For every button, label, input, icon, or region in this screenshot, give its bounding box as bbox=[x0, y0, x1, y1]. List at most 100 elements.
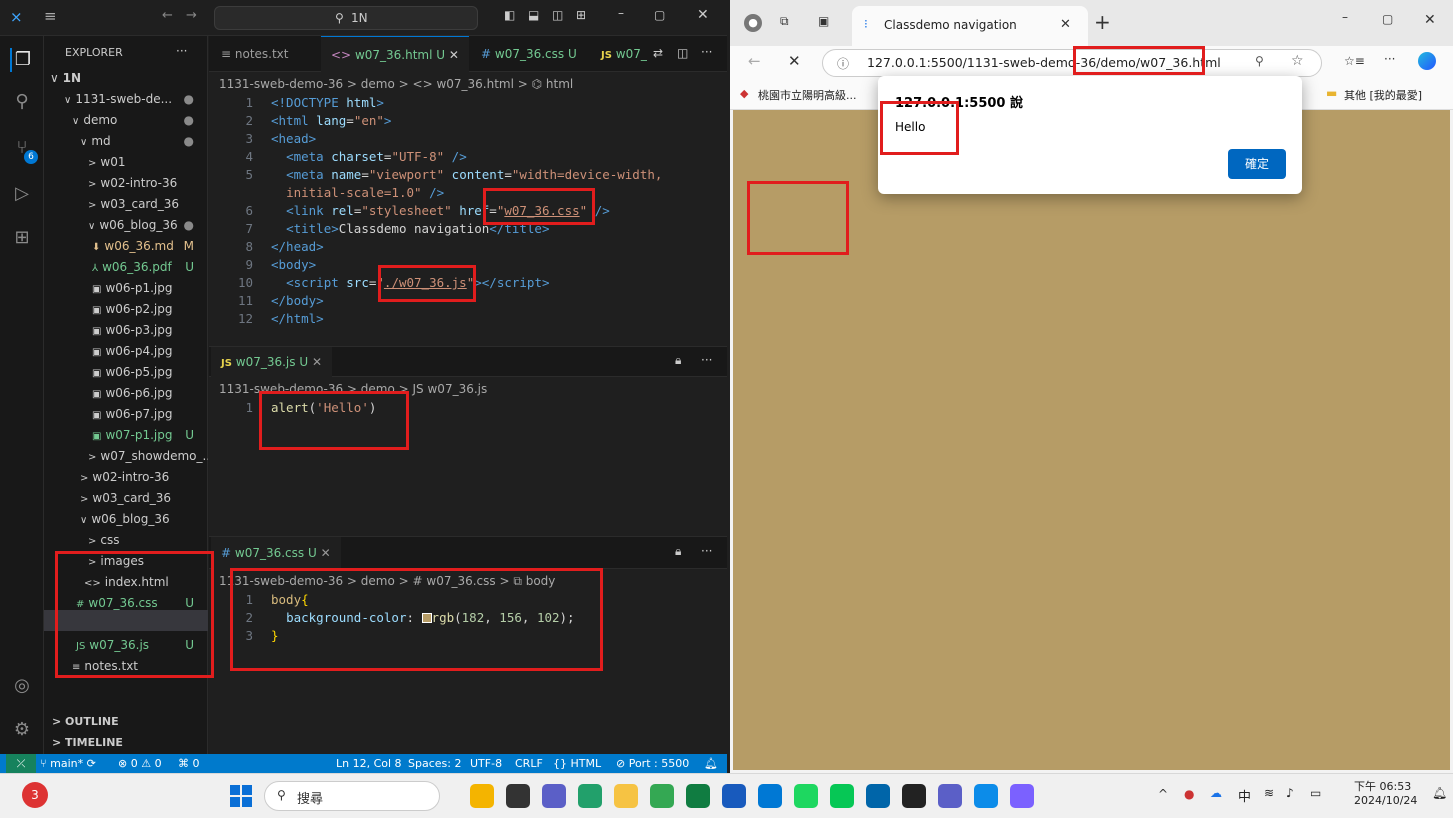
tree-item[interactable]: ≡ notes.txt bbox=[44, 656, 208, 677]
new-tab-button[interactable]: + bbox=[1094, 10, 1111, 34]
tree-item[interactable]: > w01 bbox=[44, 152, 208, 173]
tab-js-file[interactable]: JS w07_36.js U ✕ bbox=[211, 347, 333, 377]
address-bar[interactable]: ⓘ 127.0.0.1:5500/1131-sweb-demo-36/demo/… bbox=[822, 49, 1322, 77]
run-debug-icon[interactable]: ▷ bbox=[10, 182, 34, 206]
tree-item[interactable]: ⅄ w06_36.pdf U bbox=[44, 257, 208, 278]
url-text[interactable]: 127.0.0.1:5500/1131-sweb-demo-36/demo/w0… bbox=[867, 55, 1221, 70]
search-view-icon[interactable]: ⚲ bbox=[10, 90, 34, 114]
tree-item[interactable]: > css bbox=[44, 530, 208, 551]
workspaces-icon[interactable]: ⧉ bbox=[780, 14, 789, 29]
layout-secondary-icon[interactable]: ◫ bbox=[552, 8, 563, 22]
tab-notes[interactable]: ≡ notes.txt bbox=[211, 36, 299, 72]
tree-item[interactable]: ▣ w06-p4.jpg bbox=[44, 341, 208, 362]
outline-section[interactable]: > OUTLINE bbox=[44, 711, 208, 732]
tab-close-icon[interactable]: ✕ bbox=[312, 355, 322, 369]
file-explorer-icon[interactable] bbox=[614, 784, 638, 808]
tree-item[interactable]: > w02-intro-36 bbox=[44, 173, 208, 194]
tab-close-icon[interactable]: ✕ bbox=[1060, 17, 1071, 32]
explorer-icon[interactable]: ❐ bbox=[10, 48, 34, 72]
tree-item[interactable]: ▣ w06-p7.jpg bbox=[44, 404, 208, 425]
start-button[interactable] bbox=[230, 785, 252, 807]
edge-icon[interactable] bbox=[974, 784, 998, 808]
html-breadcrumb[interactable]: 1131-sweb-demo-36 > demo > <> w07_36.htm… bbox=[219, 74, 573, 94]
excel-icon[interactable] bbox=[686, 784, 710, 808]
js-breadcrumb[interactable]: 1131-sweb-demo-36 > demo > JS w07_36.js bbox=[219, 379, 487, 399]
favorites-icon[interactable]: ☆≡ bbox=[1344, 54, 1365, 68]
tree-item[interactable]: ∨ demo ● bbox=[44, 110, 208, 131]
account-icon[interactable]: ◎ bbox=[10, 674, 34, 698]
chrome-icon[interactable] bbox=[650, 784, 674, 808]
browser-tab[interactable]: ⁝ Classdemo navigation ✕ bbox=[852, 6, 1088, 46]
explorer-more-button[interactable]: ··· bbox=[176, 44, 187, 58]
back-icon[interactable]: ← bbox=[748, 52, 761, 70]
browser-menu-icon[interactable]: ··· bbox=[1384, 52, 1395, 66]
copilot-app-icon[interactable] bbox=[578, 784, 602, 808]
profile-avatar[interactable]: ● bbox=[744, 14, 762, 32]
vscode-taskbar-icon[interactable] bbox=[866, 784, 890, 808]
wifi-icon[interactable]: ≋ bbox=[1264, 786, 1274, 800]
menu-icon[interactable]: ≡ bbox=[44, 7, 57, 25]
css-code[interactable]: body{ background-color: rgb(182, 156, 10… bbox=[271, 591, 575, 645]
tree-item[interactable]: > w07_showdemo_... bbox=[44, 446, 208, 467]
js-code[interactable]: alert('Hello') bbox=[271, 399, 376, 417]
css-breadcrumb[interactable]: 1131-sweb-demo-36 > demo > # w07_36.css … bbox=[219, 571, 555, 591]
tree-item[interactable]: ∨ w06_blog_36 ● bbox=[44, 215, 208, 236]
tree-item[interactable]: ▣ w06-p6.jpg bbox=[44, 383, 208, 404]
branch-status[interactable]: ⑂ main* ⟳ bbox=[40, 754, 96, 773]
onedrive-icon[interactable]: ☁ bbox=[1210, 786, 1222, 800]
editor-more-icon[interactable]: ··· bbox=[701, 353, 712, 367]
app-icon[interactable] bbox=[1010, 784, 1034, 808]
editor-more-icon[interactable]: ··· bbox=[701, 544, 712, 558]
ime-indicator[interactable]: 中 bbox=[1238, 786, 1251, 805]
teams-classic-icon[interactable] bbox=[938, 784, 962, 808]
extensions-icon[interactable]: ⊞ bbox=[10, 226, 34, 250]
layout-panel-icon[interactable]: ⬓ bbox=[528, 8, 539, 22]
tab-html[interactable]: <> w07_36.html U ✕ bbox=[321, 36, 469, 72]
spotify-icon[interactable] bbox=[794, 784, 818, 808]
maximize-icon[interactable]: ▢ bbox=[1382, 12, 1393, 26]
tree-item[interactable]: ▣ w06-p5.jpg bbox=[44, 362, 208, 383]
timeline-section[interactable]: > TIMELINE bbox=[44, 732, 208, 753]
word-icon[interactable] bbox=[722, 784, 746, 808]
maximize-icon[interactable]: ▢ bbox=[654, 8, 665, 22]
favorite-link[interactable]: 桃園市立陽明高級... bbox=[758, 87, 857, 103]
tree-item[interactable]: ▣ w06-p3.jpg bbox=[44, 320, 208, 341]
clock-date[interactable]: 2024/10/24 bbox=[1354, 794, 1417, 807]
problems-status[interactable]: ⊗ 0 ⚠ 0 bbox=[118, 754, 162, 773]
tree-item[interactable]: > w03_card_36 bbox=[44, 488, 208, 509]
other-favorites[interactable]: 其他 [我的最愛] bbox=[1344, 87, 1422, 103]
lock-icon[interactable]: 🔒︎ bbox=[675, 353, 681, 368]
paint-icon[interactable] bbox=[758, 784, 782, 808]
gear-icon[interactable]: ⚙ bbox=[10, 718, 34, 742]
html-code[interactable]: <!DOCTYPE html> <html lang="en"> <head> … bbox=[271, 94, 662, 328]
tree-item[interactable]: > images bbox=[44, 551, 208, 572]
close-icon[interactable]: ✕ bbox=[1424, 12, 1436, 28]
tab-js[interactable]: JS w07_ bbox=[591, 36, 657, 72]
tree-item[interactable]: ▣ w06-p1.jpg bbox=[44, 278, 208, 299]
cursor-position[interactable]: Ln 12, Col 8 bbox=[336, 754, 402, 773]
tree-root[interactable]: ∨ 1N bbox=[44, 68, 208, 89]
clock-time[interactable]: 下午 06:53 bbox=[1354, 778, 1411, 794]
cmd-icon[interactable] bbox=[902, 784, 926, 808]
compare-icon[interactable]: ⇄ bbox=[653, 46, 663, 60]
close-icon[interactable]: ✕ bbox=[697, 7, 709, 23]
photos-icon[interactable] bbox=[470, 784, 494, 808]
tab-close-icon[interactable]: ✕ bbox=[321, 546, 331, 560]
tree-item[interactable]: ∨ w06_blog_36 bbox=[44, 509, 208, 530]
encoding-status[interactable]: UTF-8 bbox=[470, 754, 502, 773]
remote-icon[interactable]: ⤫ bbox=[6, 754, 36, 773]
line-icon[interactable] bbox=[830, 784, 854, 808]
lock-icon[interactable]: 🔒︎ bbox=[675, 544, 681, 559]
teams-icon[interactable] bbox=[542, 784, 566, 808]
taskbar-search[interactable]: ⚲ 搜尋 bbox=[264, 781, 440, 811]
zoom-icon[interactable]: ⚲ bbox=[1255, 54, 1264, 68]
weather-widget[interactable]: 3 bbox=[22, 782, 48, 808]
tree-item[interactable]: ∨ md ● bbox=[44, 131, 208, 152]
layout-sidebar-icon[interactable]: ◧ bbox=[504, 8, 515, 22]
tree-item[interactable]: > w03_card_36 bbox=[44, 194, 208, 215]
volume-icon[interactable]: ♪ bbox=[1286, 786, 1294, 800]
layout-customize-icon[interactable]: ⊞ bbox=[576, 8, 586, 22]
dialog-ok-button[interactable]: 確定 bbox=[1228, 149, 1286, 179]
tree-item[interactable]: ∨ 1131-sweb-de... ● bbox=[44, 89, 208, 110]
tree-item[interactable]: JS w07_36.js U bbox=[44, 635, 208, 656]
